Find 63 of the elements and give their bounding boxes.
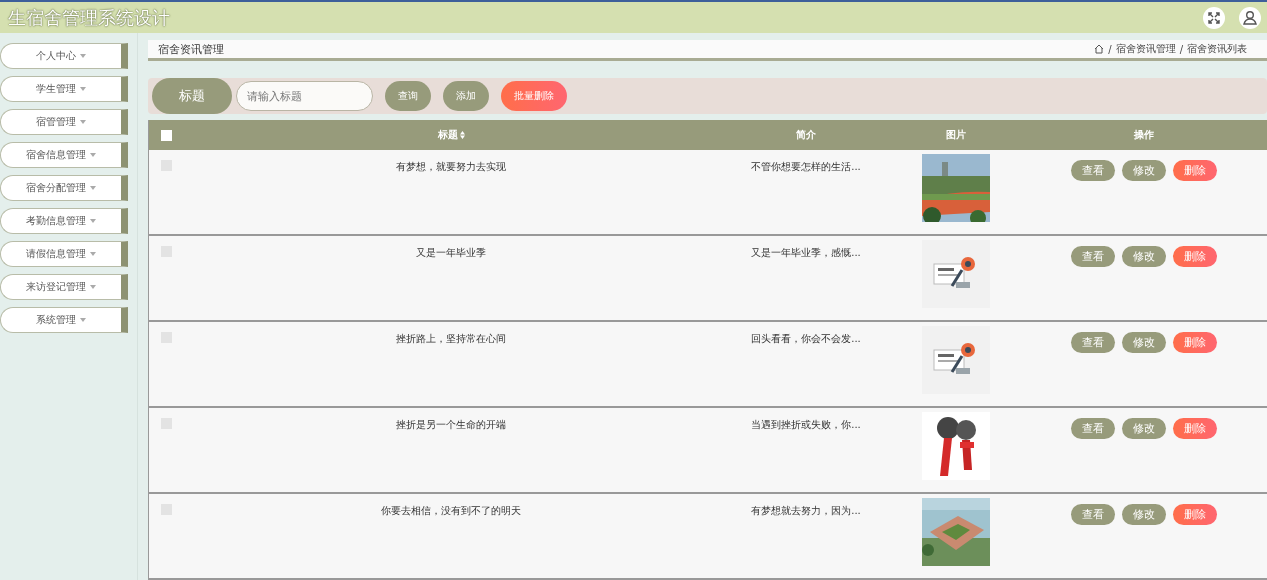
row-action-button[interactable]: 删除	[1173, 418, 1217, 439]
caret-icon	[90, 219, 96, 223]
table-cell: 有梦想就去努力，因为...	[751, 505, 861, 516]
toolbar-button[interactable]: 查询	[385, 81, 431, 111]
search-label: 标题	[152, 78, 232, 114]
table-cell: 挫折是另一个生命的开端	[396, 419, 506, 430]
app-title: 生宿舍管理系统设计	[8, 5, 170, 30]
user-icon[interactable]	[1239, 6, 1261, 29]
toolbar-button[interactable]: 批量删除	[501, 81, 567, 111]
sort-icon[interactable]	[459, 131, 465, 139]
breadcrumb-separator: /	[1108, 43, 1112, 55]
row-action-button[interactable]: 查看	[1071, 160, 1115, 181]
column-header: 简介	[796, 129, 816, 140]
toolbar-button[interactable]: 添加	[443, 81, 489, 111]
breadcrumb-link[interactable]: 宿舍资讯管理	[1115, 42, 1176, 56]
sidebar-item[interactable]: 系统管理	[0, 307, 128, 333]
page-title: 宿舍资讯管理	[158, 41, 224, 57]
sidebar-item[interactable]: 请假信息管理	[0, 241, 128, 267]
row-action-button[interactable]: 查看	[1071, 504, 1115, 525]
home-icon[interactable]	[1094, 44, 1105, 54]
column-header[interactable]: 标题	[437, 128, 458, 142]
table-cell: 又是一年毕业季	[416, 247, 486, 258]
sidebar-item[interactable]: 宿舍信息管理	[0, 142, 128, 168]
caret-icon	[90, 285, 96, 289]
row-action-button[interactable]: 删除	[1173, 246, 1217, 267]
breadcrumb-separator: /	[1179, 43, 1183, 55]
row-action-button[interactable]: 修改	[1122, 246, 1166, 267]
caret-icon	[80, 318, 86, 322]
sidebar-item[interactable]: 个人中心	[0, 43, 128, 69]
table-cell: 回头看看，你会不会发...	[751, 333, 861, 344]
row-action-button[interactable]: 删除	[1173, 504, 1217, 525]
sidebar-item[interactable]: 来访登记管理	[0, 274, 128, 300]
table-cell: 你要去相信，没有到不了的明天	[381, 505, 521, 516]
checkbox[interactable]	[161, 129, 172, 141]
row-action-button[interactable]: 查看	[1071, 418, 1115, 439]
row-action-button[interactable]: 删除	[1173, 160, 1217, 181]
search-field[interactable]: 请输入标题	[236, 81, 373, 111]
sidebar-item[interactable]: 学生管理	[0, 76, 128, 102]
caret-icon	[90, 153, 96, 157]
row-action-button[interactable]: 修改	[1122, 418, 1166, 439]
caret-icon	[90, 252, 96, 256]
table-cell: 有梦想，就要努力去实现	[396, 161, 506, 172]
row-action-button[interactable]: 修改	[1122, 160, 1166, 181]
caret-icon	[80, 87, 86, 91]
row-action-button[interactable]: 删除	[1173, 332, 1217, 353]
row-action-button[interactable]: 查看	[1071, 246, 1115, 267]
breadcrumb-link[interactable]: 宿舍资讯列表	[1187, 42, 1247, 56]
table-cell: 又是一年毕业季，感慨...	[751, 247, 861, 258]
table-cell: 不管你想要怎样的生活...	[751, 161, 861, 172]
table-cell: 当遇到挫折或失败，你...	[751, 419, 861, 430]
fullscreen-icon[interactable]	[1203, 6, 1225, 29]
caret-icon	[80, 120, 86, 124]
sidebar-item[interactable]: 考勤信息管理	[0, 208, 128, 234]
row-action-button[interactable]: 修改	[1122, 504, 1166, 525]
row-action-button[interactable]: 查看	[1071, 332, 1115, 353]
sidebar-item[interactable]: 宿管管理	[0, 109, 128, 135]
column-header: 操作	[1134, 129, 1154, 140]
table-cell: 挫折路上，坚持常在心间	[396, 333, 506, 344]
caret-icon	[80, 54, 86, 58]
row-action-button[interactable]: 修改	[1122, 332, 1166, 353]
column-header: 图片	[946, 129, 966, 140]
sidebar-item[interactable]: 宿舍分配管理	[0, 175, 128, 201]
caret-icon	[90, 186, 96, 190]
